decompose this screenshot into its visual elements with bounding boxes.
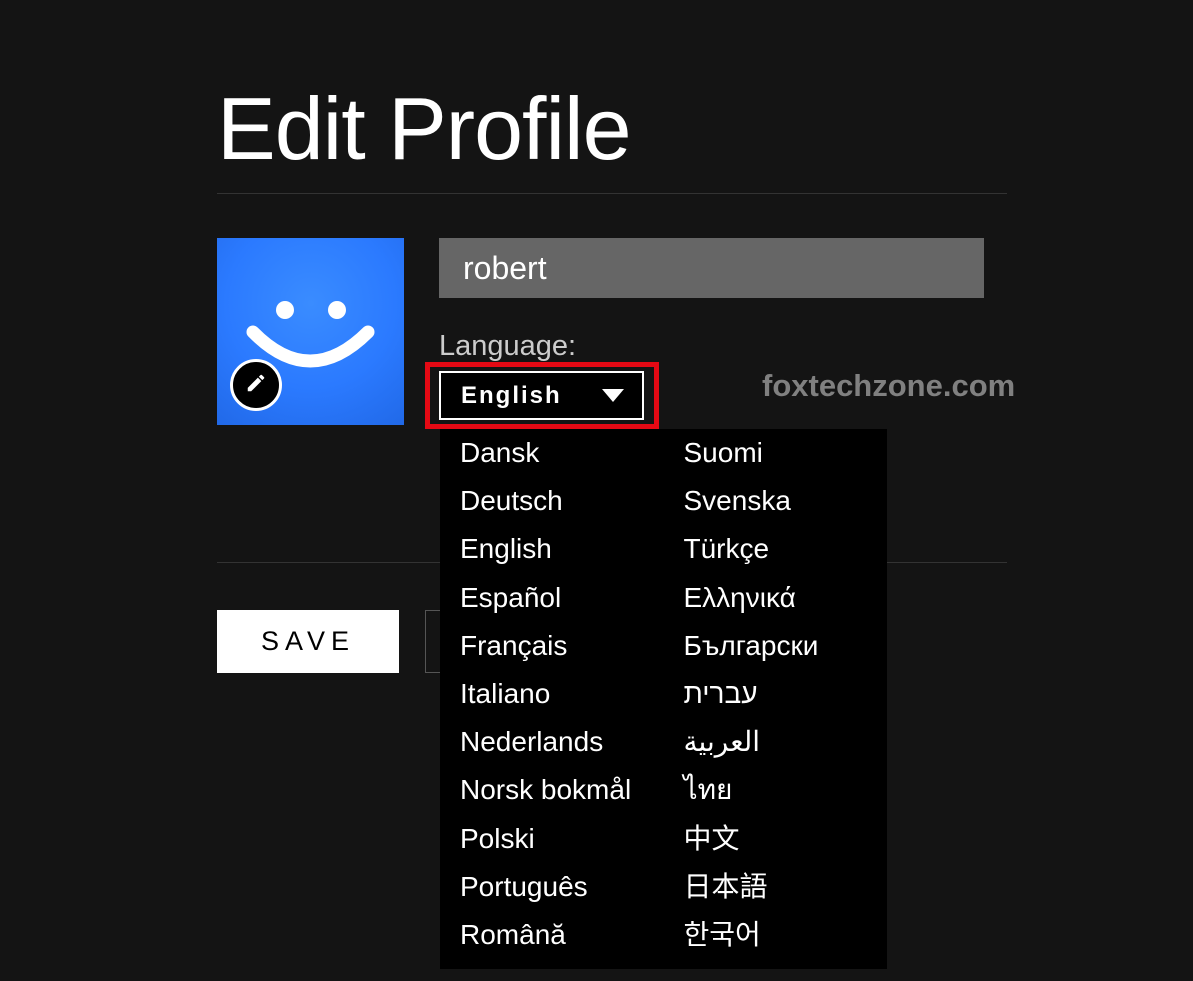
- watermark-text: foxtechzone.com: [762, 368, 1015, 404]
- language-option[interactable]: Italiano: [440, 670, 664, 718]
- language-option[interactable]: Svenska: [664, 477, 888, 525]
- language-option[interactable]: Suomi: [664, 429, 888, 477]
- language-option[interactable]: Norsk bokmål: [440, 766, 664, 814]
- language-option[interactable]: עברית: [664, 670, 888, 718]
- language-option[interactable]: Türkçe: [664, 525, 888, 573]
- language-option[interactable]: Français: [440, 622, 664, 670]
- language-select[interactable]: English: [439, 371, 644, 420]
- language-option[interactable]: Dansk: [440, 429, 664, 477]
- save-button[interactable]: SAVE: [217, 610, 399, 673]
- language-option[interactable]: English: [440, 525, 664, 573]
- language-option[interactable]: Polski: [440, 815, 664, 863]
- language-dropdown[interactable]: DanskDeutschEnglishEspañolFrançaisItalia…: [440, 429, 887, 969]
- language-option[interactable]: 中文: [664, 815, 888, 863]
- language-option[interactable]: 日本語: [664, 863, 888, 911]
- language-option[interactable]: العربية: [664, 718, 888, 766]
- language-option[interactable]: 한국어: [664, 911, 888, 959]
- language-option[interactable]: Español: [440, 574, 664, 622]
- language-label: Language:: [439, 330, 999, 363]
- language-option[interactable]: Nederlands: [440, 718, 664, 766]
- language-option[interactable]: Deutsch: [440, 477, 664, 525]
- language-option[interactable]: Português: [440, 863, 664, 911]
- profile-name-input[interactable]: [439, 238, 984, 298]
- language-option[interactable]: Български: [664, 622, 888, 670]
- page-title: Edit Profile: [217, 85, 1007, 194]
- language-option[interactable]: Ελληνικά: [664, 574, 888, 622]
- edit-avatar-button[interactable]: [230, 359, 282, 411]
- pencil-icon: [245, 372, 267, 399]
- language-option[interactable]: ไทย: [664, 766, 888, 814]
- language-option[interactable]: Română: [440, 911, 664, 959]
- caret-down-icon: [602, 389, 624, 402]
- language-select-value: English: [461, 382, 562, 410]
